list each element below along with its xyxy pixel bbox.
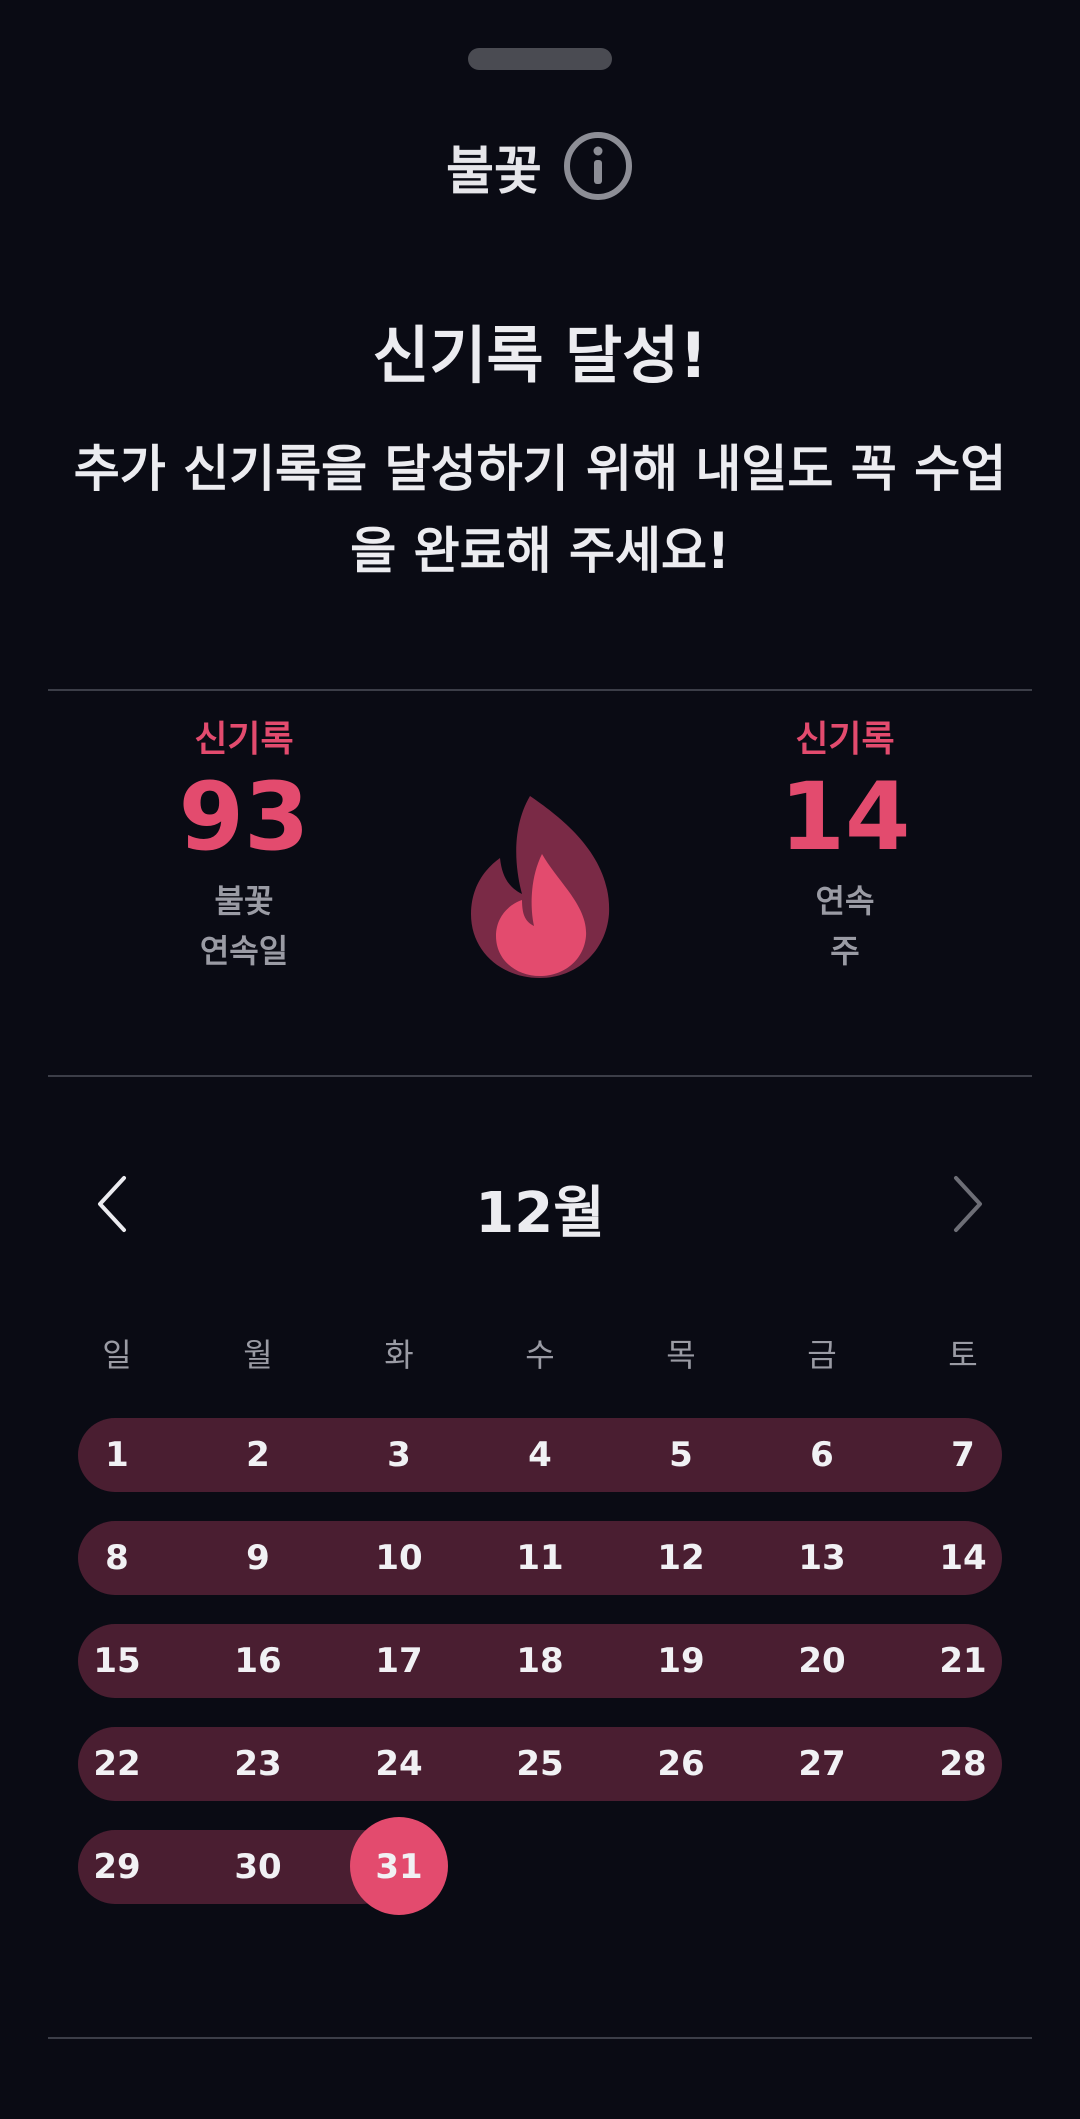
flame-icon <box>466 790 614 980</box>
calendar-day[interactable]: 16 <box>208 1624 308 1698</box>
divider <box>48 689 1032 691</box>
calendar-day[interactable]: 11 <box>490 1521 590 1595</box>
stat-value: 14 <box>779 763 911 872</box>
calendar-day[interactable]: 14 <box>913 1521 1013 1595</box>
weekday-label: 수 <box>525 1336 555 1374</box>
calendar-day[interactable]: 1 <box>67 1418 167 1492</box>
stat-streak-weeks: 신기록 14 연속 주 <box>695 710 995 976</box>
stat-streak-days: 신기록 93 불꽃 연속일 <box>94 710 394 976</box>
calendar-day[interactable]: 22 <box>67 1727 167 1801</box>
calendar-day[interactable]: 24 <box>349 1727 449 1801</box>
stat-label: 신기록 <box>194 719 294 760</box>
stat-caption-line: 연속 <box>815 882 875 920</box>
page-title: 불꽃 <box>446 141 542 202</box>
calendar-day[interactable]: 3 <box>349 1418 449 1492</box>
calendar-day[interactable]: 13 <box>772 1521 872 1595</box>
calendar-day[interactable]: 2 <box>208 1418 308 1492</box>
calendar-day[interactable]: 7 <box>913 1418 1013 1492</box>
calendar-day[interactable]: 18 <box>490 1624 590 1698</box>
weekday-label: 토 <box>948 1336 978 1374</box>
stat-label: 신기록 <box>795 719 895 760</box>
calendar-day[interactable]: 12 <box>631 1521 731 1595</box>
chevron-left-icon[interactable] <box>72 1164 152 1244</box>
stat-value: 93 <box>178 763 310 872</box>
stat-caption-line: 연속일 <box>199 932 289 970</box>
record-headline: 신기록 달성! <box>372 319 708 392</box>
divider <box>48 1075 1032 1077</box>
calendar-day[interactable]: 8 <box>67 1521 167 1595</box>
calendar-day[interactable]: 6 <box>772 1418 872 1492</box>
calendar-day[interactable]: 29 <box>67 1830 167 1904</box>
calendar-day[interactable]: 5 <box>631 1418 731 1492</box>
divider <box>48 2037 1032 2039</box>
calendar-day[interactable]: 26 <box>631 1727 731 1801</box>
calendar-day-today[interactable]: 31 <box>349 1830 449 1904</box>
weekday-label: 목 <box>666 1336 696 1374</box>
calendar-day[interactable]: 15 <box>67 1624 167 1698</box>
stat-caption: 연속 주 <box>695 876 995 976</box>
calendar-day[interactable]: 19 <box>631 1624 731 1698</box>
calendar-day[interactable]: 10 <box>349 1521 449 1595</box>
weekday-label: 일 <box>102 1336 132 1374</box>
calendar-day[interactable]: 17 <box>349 1624 449 1698</box>
calendar-day[interactable]: 25 <box>490 1727 590 1801</box>
month-title: 12월 <box>475 1181 605 1246</box>
drag-handle[interactable] <box>468 48 612 70</box>
chevron-right-icon[interactable] <box>928 1164 1008 1244</box>
stat-caption: 불꽃 연속일 <box>94 876 394 976</box>
streak-sheet: 불꽃 신기록 달성! 추가 신기록을 달성하기 위해 내일도 꼭 수업을 완료해… <box>0 0 1080 2119</box>
sheet-header: 불꽃 <box>0 118 1080 214</box>
calendar-day[interactable]: 4 <box>490 1418 590 1492</box>
calendar-day[interactable]: 21 <box>913 1624 1013 1698</box>
weekday-label: 월 <box>243 1336 273 1374</box>
weekday-label: 금 <box>807 1336 837 1374</box>
calendar-day[interactable]: 28 <box>913 1727 1013 1801</box>
calendar-day[interactable]: 23 <box>208 1727 308 1801</box>
calendar-day[interactable]: 30 <box>208 1830 308 1904</box>
info-circle-icon[interactable] <box>562 130 634 202</box>
stat-caption-line: 주 <box>830 932 860 970</box>
weekday-label: 화 <box>384 1336 414 1374</box>
calendar-day[interactable]: 9 <box>208 1521 308 1595</box>
record-subline: 추가 신기록을 달성하기 위해 내일도 꼭 수업을 완료해 주세요! <box>73 440 1007 580</box>
calendar-day[interactable]: 27 <box>772 1727 872 1801</box>
stat-caption-line: 불꽃 <box>214 882 274 920</box>
calendar-day[interactable]: 20 <box>772 1624 872 1698</box>
